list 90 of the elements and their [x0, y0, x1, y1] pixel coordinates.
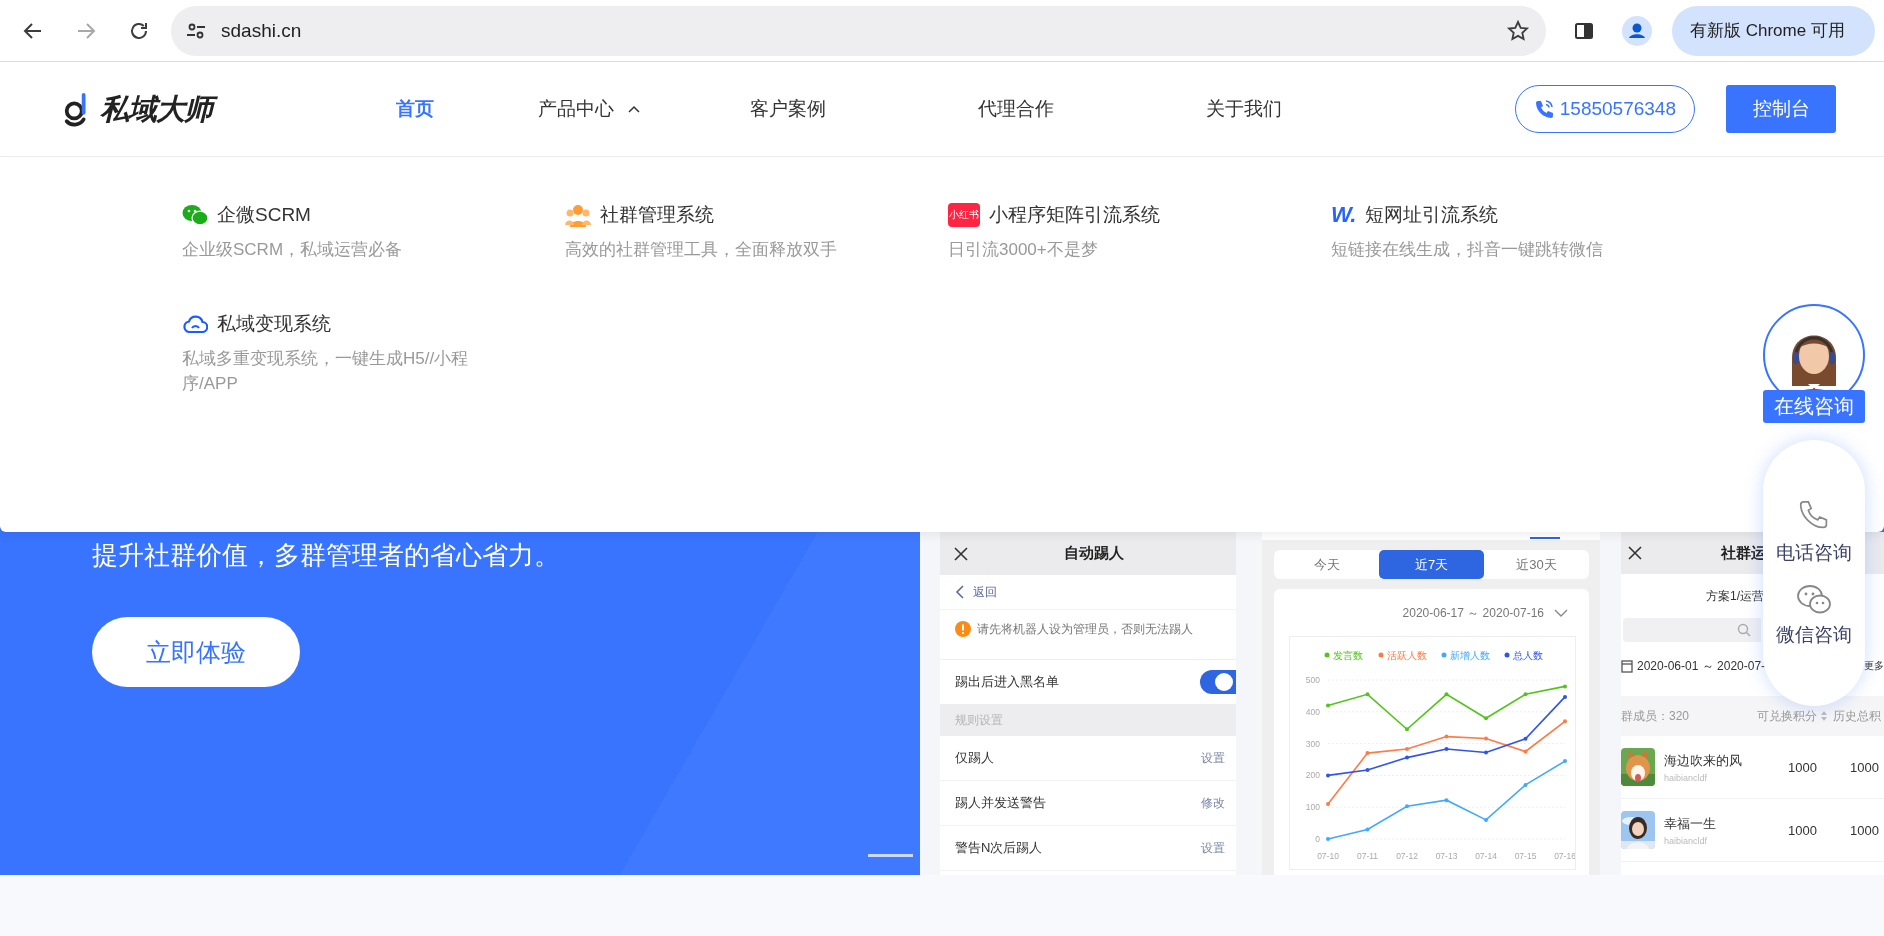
close-icon: [1627, 545, 1643, 561]
update-button[interactable]: 有新版 Chrome 可用: [1672, 5, 1875, 56]
tab-underline: [1530, 537, 1560, 539]
axis-tick-label: 400: [1305, 706, 1320, 717]
screen-title: 自动踢人: [1064, 544, 1124, 563]
menu-item-description: 企业级SCRM，私域运营必备: [182, 239, 404, 261]
legend-label: 新增人数: [1450, 649, 1490, 661]
chat-bubbles-icon: [182, 204, 208, 226]
chat-bubbles-icon: [1796, 584, 1832, 616]
setting-label: 踢出后进入黑名单: [955, 673, 1059, 691]
axis-tick-label: 07-12: [1396, 851, 1418, 861]
console-button[interactable]: 控制台: [1726, 85, 1836, 133]
rule-action-link[interactable]: 修改: [1201, 794, 1225, 812]
menu-item-title[interactable]: 小程序矩阵引流系统: [989, 202, 1160, 228]
profile-icon[interactable]: [1622, 15, 1652, 46]
sort-icon: [1821, 711, 1827, 721]
search-field[interactable]: [1623, 618, 1761, 642]
warning-text: 请先将机器人设为管理员，否则无法踢人: [977, 620, 1193, 638]
table-cell: 1000: [1850, 822, 1879, 838]
menu-item-description: 高效的社群管理工具，全面释放双手: [565, 239, 838, 261]
phone-button[interactable]: 15850576348: [1514, 85, 1695, 133]
rule-label: 仅踢人: [955, 749, 994, 767]
letter-logo-icon: W.: [1331, 203, 1357, 227]
chevron-down-icon: [1554, 608, 1568, 618]
date-range: 2020-06-17 ～ 2020-07-16: [1402, 604, 1544, 622]
cloud-icon: [182, 314, 208, 334]
range-tab[interactable]: 近7天: [1379, 550, 1484, 579]
try-now-button[interactable]: 立即体验: [92, 617, 300, 687]
rule-action-link[interactable]: 设置: [1201, 839, 1225, 857]
menu-item-title[interactable]: 短网址引流系统: [1365, 202, 1499, 228]
calendar-icon: [1621, 659, 1633, 673]
axis-tick-label: 300: [1305, 738, 1320, 749]
close-icon: [953, 545, 969, 562]
hero-tagline: 提升社群价值，多群管理者的省心省力。: [92, 539, 561, 572]
menu-item-title[interactable]: 私域变现系统: [217, 311, 331, 337]
range-tab[interactable]: 近30天: [1484, 550, 1589, 579]
chevron-left-icon: [955, 585, 965, 599]
warning-icon: [955, 621, 971, 637]
legend-label: 总人数: [1513, 649, 1543, 661]
rule-label: 警告N次后踢人: [955, 839, 1043, 857]
nav-link[interactable]: 关于我们: [1206, 96, 1282, 122]
column-header: 可兑换积分: [1757, 707, 1817, 725]
member-name: 海边吹来的风: [1664, 751, 1743, 770]
axis-tick-label: 07-15: [1514, 851, 1537, 861]
axis-tick-label: 07-11: [1356, 851, 1379, 861]
axis-tick-label: 0: [1315, 834, 1320, 844]
column-header: 历史总积: [1833, 707, 1881, 725]
online-consult-label[interactable]: 在线咨询: [1763, 390, 1865, 423]
range-tab[interactable]: 今天: [1274, 550, 1379, 579]
nav-link[interactable]: 产品中心: [538, 96, 642, 122]
nav-link[interactable]: 客户案例: [750, 96, 826, 122]
member-name: 幸福一生: [1664, 814, 1717, 833]
nav-link[interactable]: 首页: [396, 96, 434, 122]
more-link[interactable]: 更多: [1864, 659, 1884, 673]
axis-tick-label: 07-13: [1435, 851, 1458, 861]
legend-label: 发言数: [1333, 649, 1363, 661]
rule-label: 踢人并发送警告: [955, 794, 1046, 812]
menu-item-description: 私域多重变现系统，一键生成H5//小程序/APP: [182, 348, 470, 395]
table-cell-text: 1000: [1788, 759, 1818, 775]
nav-link[interactable]: 代理合作: [978, 96, 1054, 122]
axis-tick-label: 07-14: [1475, 851, 1497, 861]
app-logo-icon: 小红书: [948, 203, 980, 227]
contact-option[interactable]: 电话咨询: [1776, 498, 1852, 566]
menu-item-description: 日引流3000+不是梦: [948, 239, 1099, 261]
axis-tick-label: 200: [1305, 770, 1320, 781]
legend-label: 活跃人数: [1387, 649, 1427, 661]
axis-tick-label: 100: [1305, 802, 1320, 813]
member-handle: haibiancldf: [1664, 835, 1709, 846]
bookmark-star-icon[interactable]: [1506, 18, 1530, 43]
date-range: 2020-06-01 ～ 2020-07-: [1637, 657, 1766, 675]
rule-action-link[interactable]: 设置: [1201, 749, 1225, 767]
address-bar[interactable]: sdashi.cn: [171, 5, 1546, 56]
people-icon: [565, 203, 591, 227]
menu-item-title[interactable]: 社群管理系统: [600, 202, 714, 228]
menu-item-description: 短链接在线生成，抖音一键跳转微信: [1331, 239, 1604, 261]
member-handle: haibiancldf: [1664, 772, 1709, 783]
member-count: 群成员：320: [1621, 707, 1691, 725]
axis-tick-label: 07-10: [1317, 851, 1339, 861]
menu-item-title[interactable]: 企微SCRM: [217, 202, 311, 228]
plan-name: 方案1/运营: [1706, 587, 1764, 605]
toggle-switch[interactable]: [1200, 670, 1236, 694]
axis-tick-label: 07-16: [1554, 851, 1575, 861]
axis-tick-label: 500: [1305, 675, 1320, 685]
search-icon: [1737, 623, 1751, 637]
contact-option[interactable]: 微信咨询: [1776, 584, 1852, 648]
back-link[interactable]: 返回: [955, 583, 997, 601]
table-cell: 1000: [1850, 759, 1879, 775]
table-cell-text: 1000: [1788, 822, 1818, 838]
logo-text: 私域大师: [100, 89, 218, 129]
url-text: sdashi.cn: [221, 19, 303, 42]
